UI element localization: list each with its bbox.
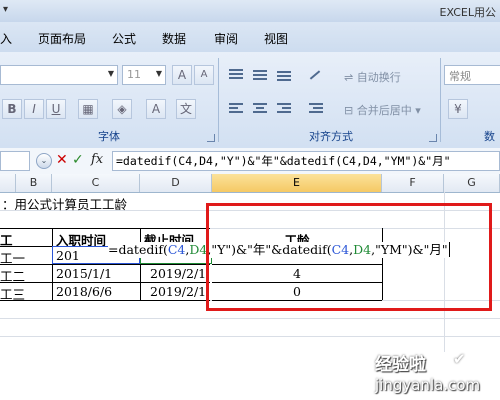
column-header-e[interactable]: E — [212, 174, 382, 192]
phonetic-button[interactable]: 文 — [176, 99, 196, 119]
font-name-combo[interactable]: ▼ — [0, 65, 118, 85]
wrap-text-label: 自动换行 — [356, 71, 401, 84]
gridline — [0, 318, 500, 319]
cell-name[interactable]: 工一 — [0, 248, 25, 267]
cell-hire-date[interactable]: 2018/6/6 — [56, 284, 112, 299]
group-divider — [218, 58, 219, 142]
gridline — [0, 336, 500, 337]
chevron-down-icon: ▼ — [107, 69, 114, 78]
formula-ref-d4: D4 — [189, 242, 208, 257]
watermark-title: 经验啦 — [375, 355, 426, 375]
tab-formulas[interactable]: 公式 — [112, 30, 136, 47]
chevron-down-icon: ▼ — [155, 69, 162, 78]
bottom-align-icon[interactable] — [274, 65, 294, 85]
font-group: ▼ 11 ▼ A A B I U ▦ ◈ A 文 字体 — [0, 55, 218, 147]
font-color-button[interactable]: A — [146, 99, 166, 119]
alignment-dialog-launcher-icon[interactable] — [429, 134, 437, 142]
shrink-font-button[interactable]: A — [194, 65, 214, 85]
align-left-icon[interactable] — [226, 99, 246, 119]
checkmark-icon: ✔ — [453, 350, 466, 368]
bold-button[interactable]: B — [2, 99, 22, 119]
group-divider — [440, 58, 441, 142]
fill-color-button[interactable]: ◈ — [112, 99, 132, 119]
table-border — [0, 300, 210, 301]
table-border — [0, 264, 210, 265]
formula-bar-expand-icon[interactable]: ⌄ — [36, 153, 52, 169]
italic-button[interactable]: I — [24, 99, 44, 119]
cell-hire-date[interactable]: 2015/1/1 — [56, 266, 112, 281]
currency-button[interactable]: ¥ — [448, 99, 468, 119]
font-size-combo[interactable]: 11 ▼ — [122, 65, 166, 85]
select-all-corner[interactable] — [0, 174, 16, 192]
chevron-down-icon: ▾ — [411, 104, 421, 117]
alignment-group: ⇌ 自动换行 ⊟ 合并后居中 ▾ 对齐方式 — [222, 55, 440, 147]
top-align-icon[interactable] — [226, 65, 246, 85]
column-header-c[interactable]: C — [52, 174, 140, 192]
number-format-value: 常规 — [449, 70, 471, 83]
watermark: 经验啦 ✔ jingyanla.com — [375, 350, 500, 400]
formula-bar: ⌄ ✕ ✓ fx =datedif(C4,D4,"Y")&"年"&datedif… — [0, 148, 500, 175]
column-header-g[interactable]: G — [444, 174, 500, 192]
cell-name[interactable]: 工二 — [0, 266, 25, 285]
number-group: 常规 ¥ 数 — [444, 55, 500, 147]
column-header-d[interactable]: D — [140, 174, 212, 192]
table-border — [0, 228, 210, 229]
tab-review[interactable]: 审阅 — [214, 30, 238, 47]
cell-end-date[interactable]: 2019/2/1 — [150, 284, 212, 299]
font-size-value: 11 — [127, 68, 141, 81]
merge-center-icon: ⊟ — [344, 104, 357, 117]
tab-page-layout[interactable]: 页面布局 — [38, 30, 86, 47]
sheet-title[interactable]: ：用公式计算员工工龄 — [2, 194, 127, 213]
header-name[interactable]: 工 — [0, 230, 13, 249]
insert-function-icon[interactable]: fx — [91, 152, 103, 167]
column-header-f[interactable]: F — [382, 174, 444, 192]
cell-end-date[interactable]: 2019/2/1 — [150, 266, 212, 281]
watermark-url: jingyanla.com — [375, 376, 481, 394]
align-center-icon[interactable] — [250, 99, 270, 119]
underline-button[interactable]: U — [46, 99, 66, 119]
font-group-label: 字体 — [98, 130, 120, 143]
table-border — [140, 228, 141, 300]
formula-part: =datedif( — [108, 242, 168, 257]
font-dialog-launcher-icon[interactable] — [207, 134, 215, 142]
cell-name[interactable]: 工三 — [0, 284, 25, 303]
window-title: EXCEL用公 — [439, 6, 496, 19]
middle-align-icon[interactable] — [250, 65, 270, 85]
merge-center-label: 合并后居中 — [356, 104, 412, 117]
cancel-formula-icon[interactable]: ✕ — [56, 152, 68, 168]
highlight-annotation-box — [206, 203, 492, 311]
tab-view[interactable]: 视图 — [264, 30, 288, 47]
number-group-label: 数 — [484, 130, 495, 143]
enter-formula-icon[interactable]: ✓ — [72, 152, 84, 168]
name-box[interactable] — [0, 151, 30, 171]
grow-font-button[interactable]: A — [172, 65, 192, 85]
column-headers: B C D E F G — [0, 174, 500, 193]
column-header-b[interactable]: B — [16, 174, 52, 192]
formula-ref-c4: C4 — [167, 242, 186, 257]
number-format-combo[interactable]: 常规 — [444, 65, 500, 85]
ribbon: ▼ 11 ▼ A A B I U ▦ ◈ A 文 字体 ⇌ 自动换行 ⊟ 合并后居… — [0, 52, 500, 149]
table-border — [52, 228, 53, 300]
indent-icon[interactable] — [306, 99, 326, 119]
table-border — [0, 282, 210, 283]
tab-data[interactable]: 数据 — [162, 30, 186, 47]
merge-center-button[interactable]: ⊟ 合并后居中 ▾ — [344, 102, 421, 118]
formula-input[interactable]: =datedif(C4,D4,"Y")&"年"&datedif(C4,D4,"Y… — [112, 151, 500, 171]
wrap-text-button[interactable]: ⇌ 自动换行 — [344, 69, 401, 85]
orientation-icon[interactable] — [306, 65, 326, 85]
tab-insert[interactable]: 入 — [0, 30, 12, 47]
borders-button[interactable]: ▦ — [78, 99, 98, 119]
align-right-icon[interactable] — [274, 99, 294, 119]
alignment-group-label: 对齐方式 — [309, 130, 353, 143]
quick-access-dropdown-icon[interactable]: ▾ — [3, 4, 8, 15]
title-bar: ▾ EXCEL用公 — [0, 0, 500, 23]
wrap-text-icon: ⇌ — [344, 71, 357, 84]
ribbon-tabs: 入 页面布局 公式 数据 审阅 视图 — [0, 22, 500, 53]
